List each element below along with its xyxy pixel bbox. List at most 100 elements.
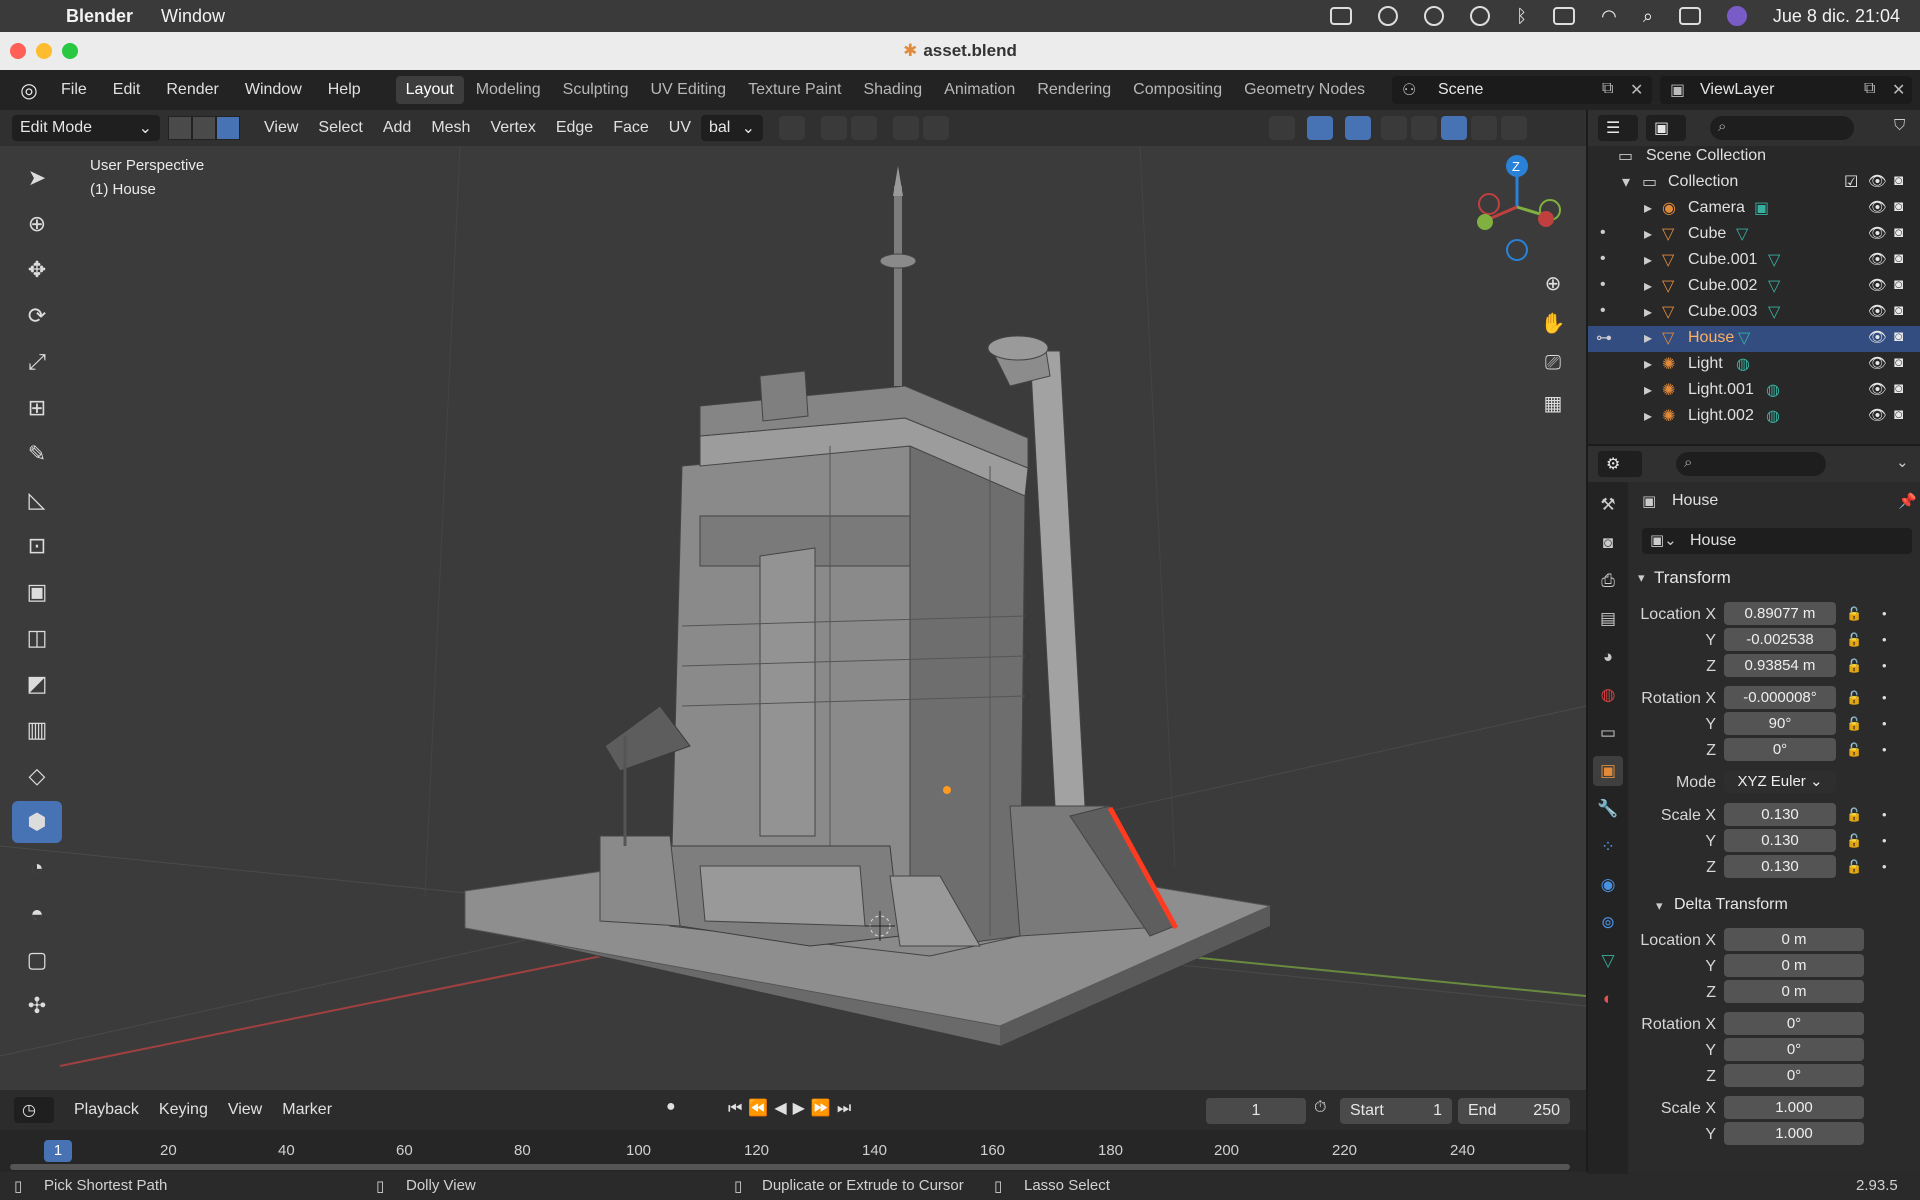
render-camera-icon[interactable]: ◙ (1894, 406, 1903, 423)
rendered-shading-icon[interactable] (1501, 116, 1527, 140)
current-frame-field[interactable]: 1 (1206, 1098, 1306, 1124)
delta-location-y-field[interactable]: 0 m (1724, 954, 1864, 977)
collection-tab-icon[interactable]: ▭ (1593, 718, 1623, 748)
edit-dot-icon[interactable]: • (1600, 250, 1606, 268)
keyframe-dot-icon[interactable]: • (1882, 690, 1887, 705)
physics-tab-icon[interactable]: ◉ (1593, 870, 1623, 900)
outliner-editor-icon[interactable]: ☰ (1598, 115, 1638, 141)
render-camera-icon[interactable]: ◙ (1894, 198, 1903, 215)
menu-window[interactable]: Window (232, 81, 315, 99)
pin-icon[interactable]: 📌 (1898, 492, 1917, 510)
delta-scale-y-field[interactable]: 1.000 (1724, 1122, 1864, 1145)
delta-rotation-y-field[interactable]: 0° (1724, 1038, 1864, 1061)
eye-icon[interactable]: 👁 (1868, 198, 1887, 216)
knife-tool-icon[interactable]: ◇ (12, 755, 62, 797)
rotation-x-field[interactable]: -0.000008° (1724, 686, 1836, 709)
app-menu-blender[interactable]: Blender (66, 6, 133, 27)
keyframe-dot-icon[interactable]: • (1882, 632, 1887, 647)
tab-compositing[interactable]: Compositing (1123, 76, 1232, 104)
display-icon[interactable] (1330, 7, 1353, 25)
outliner-item[interactable]: ▸ ✺ Light.001 ◍ 👁 ◙ (1588, 378, 1920, 404)
clock[interactable]: Jue 8 dic. 21:04 (1773, 6, 1900, 27)
render-camera-icon[interactable]: ◙ (1894, 328, 1903, 345)
tab-uv-editing[interactable]: UV Editing (640, 76, 736, 104)
eye-icon[interactable]: 👁 (1868, 250, 1887, 268)
minimize-window-button[interactable] (36, 43, 52, 59)
location-z-field[interactable]: 0.93854 m (1724, 654, 1836, 677)
neg-z-axis-handle[interactable] (1506, 239, 1528, 261)
keyframe-dot-icon[interactable]: • (1882, 742, 1887, 757)
eye-icon[interactable]: 👁 (1868, 276, 1887, 294)
chevron-right-icon[interactable]: ▸ (1644, 328, 1652, 348)
eye-icon[interactable]: 👁 (1868, 380, 1887, 398)
menu-edit[interactable]: Edit (100, 81, 154, 99)
render-camera-icon[interactable]: ◙ (1894, 302, 1903, 319)
transform-tool-icon[interactable]: ⊞ (12, 387, 62, 429)
orientation-dropdown[interactable]: bal ⌄ (701, 115, 763, 141)
3d-viewport[interactable]: User Perspective (1) House Z ⊕ ✋ ⎚ ▦ (0, 146, 1586, 1090)
tab-geometry-nodes[interactable]: Geometry Nodes (1234, 76, 1375, 104)
tab-shading[interactable]: Shading (853, 76, 932, 104)
tab-modeling[interactable]: Modeling (466, 76, 551, 104)
edge-slide-tool-icon[interactable]: ▢ (12, 939, 62, 981)
keyframe-dot-icon[interactable]: • (1882, 833, 1887, 848)
tab-sculpting[interactable]: Sculpting (553, 76, 639, 104)
tool-tab-icon[interactable]: ⚒ (1593, 490, 1623, 520)
editor-type-icon[interactable]: ◷ (14, 1097, 54, 1123)
menu-help[interactable]: Help (315, 81, 374, 99)
bevel-tool-icon[interactable]: ◩ (12, 663, 62, 705)
menu-vertex[interactable]: Vertex (480, 119, 545, 137)
stopwatch-icon[interactable]: ⏱ (1314, 1099, 1326, 1117)
menu-file[interactable]: File (48, 81, 100, 99)
x-axis-handle[interactable] (1538, 211, 1554, 227)
render-camera-icon[interactable]: ◙ (1894, 354, 1903, 371)
location-x-field[interactable]: 0.89077 m (1724, 602, 1836, 625)
new-scene-icon[interactable]: ⧉ (1602, 80, 1613, 98)
menu-uv[interactable]: UV (659, 119, 701, 137)
menu-face[interactable]: Face (603, 119, 659, 137)
extrude-tool-icon[interactable]: ▣ (12, 571, 62, 613)
rotation-y-field[interactable]: 90° (1724, 712, 1836, 735)
view-layer-tab-icon[interactable]: ▤ (1593, 604, 1623, 634)
spotlight-search-icon[interactable]: ⌕ (1643, 6, 1653, 27)
delta-transform-panel-title[interactable]: Delta Transform (1674, 896, 1788, 914)
smooth-tool-icon[interactable]: ◓ (12, 893, 62, 935)
material-tab-icon[interactable]: ◐ (1593, 984, 1623, 1014)
keyframe-dot-icon[interactable]: • (1882, 606, 1887, 621)
neg-x-axis-handle[interactable] (1478, 193, 1500, 215)
bluetooth-icon[interactable]: ᛒ (1516, 6, 1527, 27)
menu-view[interactable]: View (254, 119, 308, 137)
menu-window[interactable]: Window (161, 6, 225, 27)
xray-toggle-icon[interactable] (1381, 116, 1407, 140)
move-tool-icon[interactable]: ✥ (12, 249, 62, 291)
siri-icon[interactable] (1726, 6, 1747, 26)
lock-icon[interactable]: 🔓 (1846, 716, 1862, 732)
constraints-tab-icon[interactable]: ⊚ (1593, 908, 1623, 938)
play-icon[interactable] (1470, 6, 1491, 26)
chevron-right-icon[interactable]: ▸ (1644, 380, 1652, 400)
edge-select-icon[interactable] (192, 116, 216, 140)
render-camera-icon[interactable]: ◙ (1894, 224, 1903, 241)
lock-icon[interactable]: 🔓 (1846, 606, 1862, 622)
timeline-scrollbar[interactable] (10, 1164, 1570, 1170)
outliner-item[interactable]: • ▸ ▽ Cube.002 ▽ 👁 ◙ (1588, 274, 1920, 300)
render-tab-icon[interactable]: ◙ (1593, 528, 1623, 558)
scale-tool-icon[interactable]: ⤢ (12, 341, 62, 383)
properties-search-input[interactable]: ⌕ (1676, 452, 1826, 476)
face-select-icon[interactable] (216, 116, 240, 140)
close-window-button[interactable] (10, 43, 26, 59)
delta-rotation-x-field[interactable]: 0° (1724, 1012, 1864, 1035)
blender-logo-icon[interactable]: ◎ (10, 78, 48, 103)
filter-icon[interactable]: ⛉ (1894, 117, 1905, 134)
outliner-item[interactable]: • ▸ ▽ Cube.003 ▽ 👁 ◙ (1588, 300, 1920, 326)
keyframe-dot-icon[interactable]: • (1882, 658, 1887, 673)
chevron-right-icon[interactable]: ▸ (1644, 250, 1652, 270)
proportional-edit-icon[interactable] (893, 116, 919, 140)
delta-rotation-z-field[interactable]: 0° (1724, 1064, 1864, 1087)
add-cube-tool-icon[interactable]: ⊡ (12, 525, 62, 567)
modifier-tab-icon[interactable]: 🔧 (1593, 794, 1623, 824)
keyframe-dot-icon[interactable]: • (1882, 716, 1887, 731)
edit-dot-icon[interactable]: • (1600, 276, 1606, 294)
rotation-z-field[interactable]: 0° (1724, 738, 1836, 761)
object-tab-icon[interactable]: ▣ (1593, 756, 1623, 786)
